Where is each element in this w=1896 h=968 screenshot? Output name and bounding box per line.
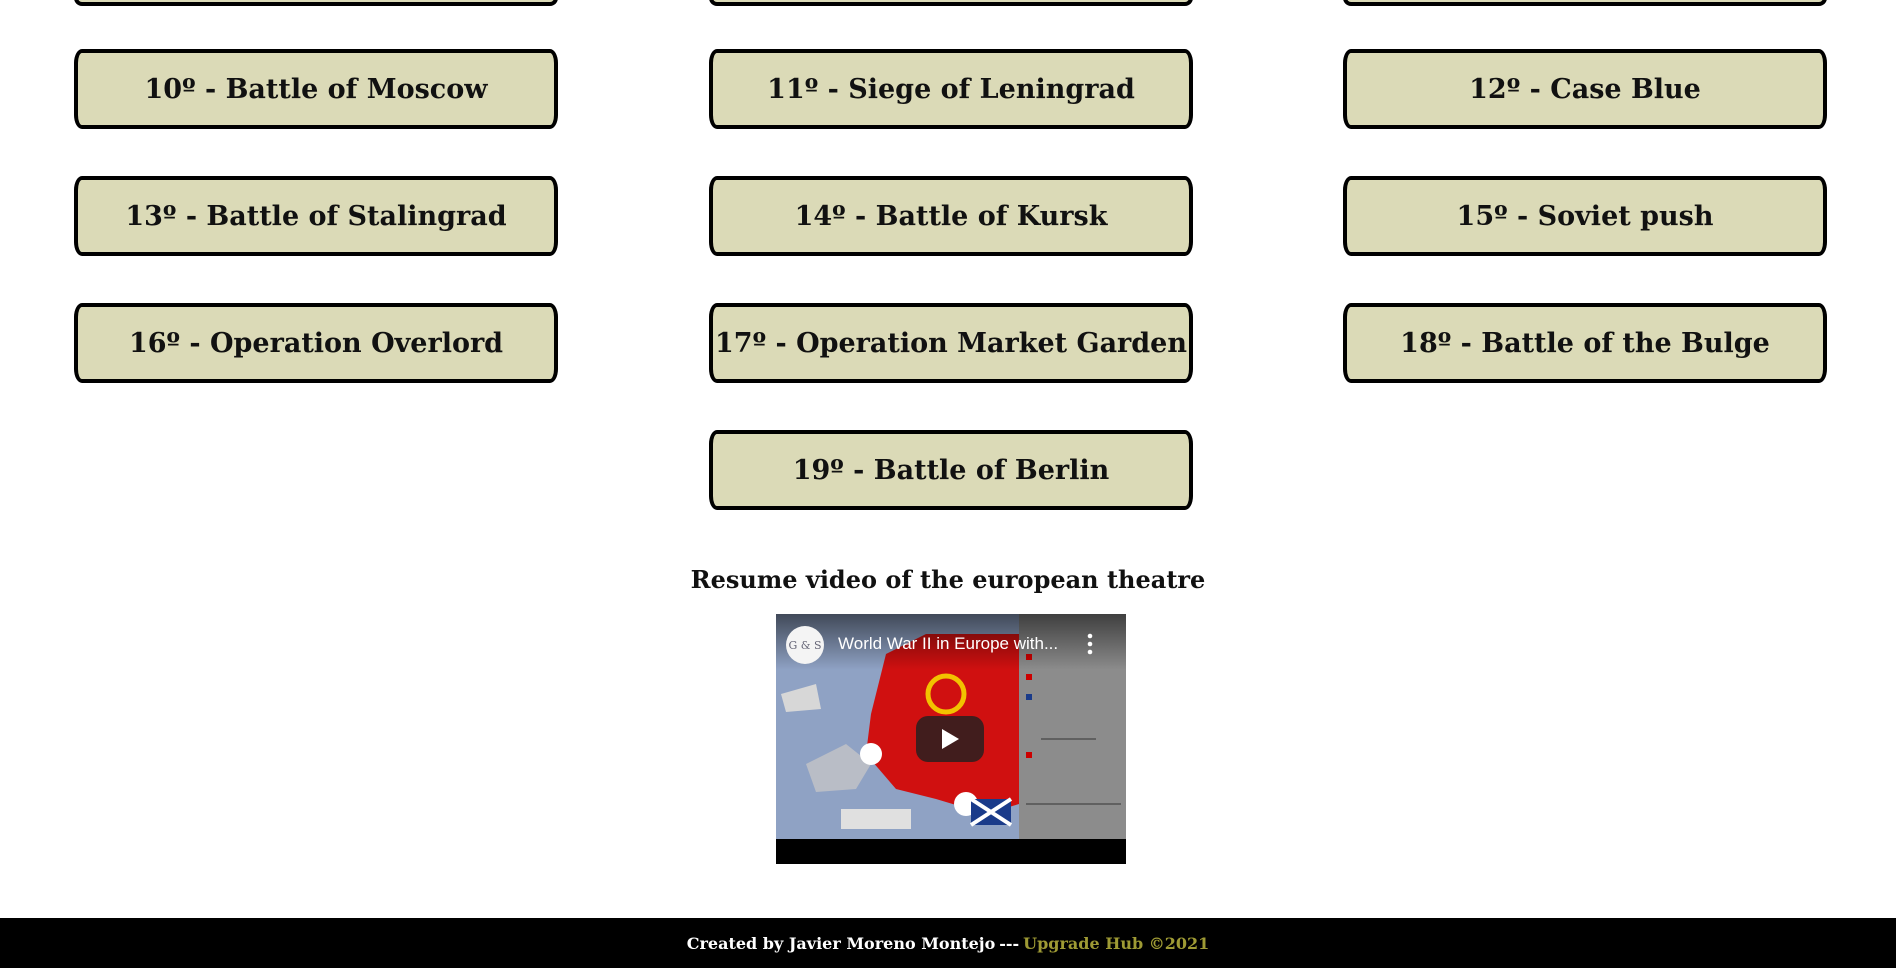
footer-brand-link[interactable]: Upgrade Hub ©2021: [1023, 934, 1209, 953]
battle-button-bulge[interactable]: 18º - Battle of the Bulge: [1343, 303, 1827, 383]
video-section-heading: Resume video of the european theatre: [690, 565, 1206, 594]
battle-button-leningrad[interactable]: 11º - Siege of Leningrad: [709, 49, 1193, 129]
video-player[interactable]: G & S World War II in Europe with...: [776, 614, 1126, 864]
battle-button-partial-1[interactable]: [74, 0, 558, 6]
play-button[interactable]: [916, 716, 984, 762]
more-options-icon[interactable]: [1086, 632, 1094, 656]
battle-button-moscow[interactable]: 10º - Battle of Moscow: [74, 49, 558, 129]
channel-avatar[interactable]: G & S: [786, 626, 824, 664]
footer-separator: ---: [999, 933, 1020, 953]
battle-button-stalingrad[interactable]: 13º - Battle of Stalingrad: [74, 176, 558, 256]
footer-credit: Created by Javier Moreno Montejo: [686, 933, 996, 953]
battle-button-market-garden[interactable]: 17º - Operation Market Garden: [709, 303, 1193, 383]
battle-button-soviet-push[interactable]: 15º - Soviet push: [1343, 176, 1827, 256]
battle-button-kursk[interactable]: 14º - Battle of Kursk: [709, 176, 1193, 256]
battle-button-partial-3[interactable]: [1343, 0, 1827, 6]
battle-button-berlin[interactable]: 19º - Battle of Berlin: [709, 430, 1193, 510]
battle-button-overlord[interactable]: 16º - Operation Overlord: [74, 303, 558, 383]
play-icon: [942, 729, 959, 749]
video-title[interactable]: World War II in Europe with...: [838, 634, 1058, 654]
battle-button-partial-2[interactable]: [709, 0, 1193, 6]
battle-button-case-blue[interactable]: 12º - Case Blue: [1343, 49, 1827, 129]
footer: Created by Javier Moreno Montejo --- Upg…: [0, 918, 1896, 968]
